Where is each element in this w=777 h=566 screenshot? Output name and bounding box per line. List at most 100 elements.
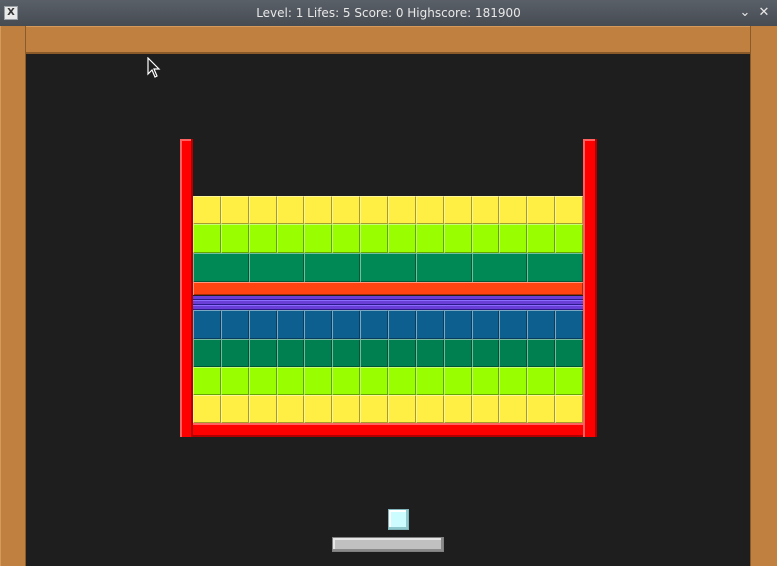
brick-lime-lower: [248, 367, 277, 395]
brick-lime-lower: [388, 367, 416, 395]
brick-teal: [388, 339, 416, 367]
brick-teal: [360, 339, 388, 367]
brick-yellow: [555, 196, 583, 224]
brick-blue: [220, 310, 249, 339]
brick-lime-lower: [193, 367, 221, 395]
brick-green: [415, 253, 472, 282]
ball: [388, 509, 409, 530]
brick-green: [471, 253, 528, 282]
brick-teal: [193, 339, 221, 367]
brick-teal: [248, 339, 277, 367]
brick-yellow-lower: [415, 395, 444, 423]
brick-lime: [471, 224, 500, 253]
top-wall: [26, 26, 750, 54]
brick-lime: [304, 224, 333, 253]
cup-left-wall: [180, 139, 193, 437]
brick-yellow: [471, 196, 500, 224]
brick-yellow: [193, 196, 221, 224]
brick-lime-lower: [443, 367, 472, 395]
brick-yellow: [388, 196, 416, 224]
brick-blue: [527, 310, 556, 339]
brick-blue: [332, 310, 361, 339]
brick-lime: [332, 224, 361, 253]
brick-yellow: [248, 196, 277, 224]
brick-green: [248, 253, 305, 282]
brick-green: [360, 253, 416, 282]
title-bar: X Level: 1 Lifes: 5 Score: 0 Highscore: …: [0, 0, 777, 26]
left-wall: [0, 26, 26, 566]
brick-lime-lower: [499, 367, 528, 395]
brick-lime: [360, 224, 388, 253]
brick-lime-lower: [220, 367, 249, 395]
brick-lime-lower: [415, 367, 444, 395]
brick-teal: [471, 339, 500, 367]
brick-lime: [415, 224, 444, 253]
brick-yellow: [415, 196, 444, 224]
cup-bottom-wall: [193, 423, 583, 437]
cup-right-wall: [583, 139, 597, 437]
brick-yellow-lower: [304, 395, 333, 423]
brick-lime: [555, 224, 583, 253]
brick-blue: [388, 310, 416, 339]
brick-yellow-lower: [193, 395, 221, 423]
brick-blue: [443, 310, 472, 339]
brick-lime-lower: [332, 367, 361, 395]
brick-lime: [220, 224, 249, 253]
brick-yellow-lower: [276, 395, 305, 423]
brick-yellow: [443, 196, 472, 224]
brick-lime: [499, 224, 528, 253]
brick-blue: [555, 310, 583, 339]
brick-yellow: [220, 196, 249, 224]
brick-blue: [471, 310, 500, 339]
brick-lime: [527, 224, 556, 253]
brick-yellow: [499, 196, 528, 224]
brick-lime: [248, 224, 277, 253]
brick-lime: [193, 224, 221, 253]
brick-lime-lower: [527, 367, 556, 395]
brick-green: [304, 253, 361, 282]
brick-teal: [332, 339, 361, 367]
brick-teal: [443, 339, 472, 367]
brick-yellow: [360, 196, 388, 224]
mouse-cursor-icon: [147, 57, 161, 78]
brick-yellow-lower: [443, 395, 472, 423]
brick-yellow-lower: [499, 395, 528, 423]
brick-yellow: [276, 196, 305, 224]
window-title: Level: 1 Lifes: 5 Score: 0 Highscore: 18…: [256, 6, 521, 20]
brick-blue: [360, 310, 388, 339]
brick-yellow-lower: [248, 395, 277, 423]
close-button[interactable]: ✕: [755, 4, 773, 22]
brick-yellow-lower: [220, 395, 249, 423]
brick-lime: [388, 224, 416, 253]
minimize-button[interactable]: ⌄: [736, 4, 754, 22]
brick-blue: [193, 310, 221, 339]
brick-yellow: [304, 196, 333, 224]
brick-teal: [415, 339, 444, 367]
brick-lime-lower: [471, 367, 500, 395]
brick-yellow-lower: [360, 395, 388, 423]
brick-lime-lower: [276, 367, 305, 395]
brick-lime: [276, 224, 305, 253]
brick-yellow-lower: [471, 395, 500, 423]
brick-yellow: [527, 196, 556, 224]
brick-green: [193, 253, 249, 282]
brick-teal: [499, 339, 528, 367]
brick-blue: [248, 310, 277, 339]
brick-lime: [443, 224, 472, 253]
brick-purple: [193, 296, 583, 310]
brick-lime-lower: [360, 367, 388, 395]
brick-teal: [527, 339, 556, 367]
paddle[interactable]: [332, 537, 444, 552]
brick-teal: [555, 339, 583, 367]
brick-yellow-lower: [388, 395, 416, 423]
brick-orange: [193, 282, 583, 295]
brick-yellow: [332, 196, 361, 224]
brick-teal: [276, 339, 305, 367]
brick-teal: [220, 339, 249, 367]
brick-green: [527, 253, 583, 282]
brick-blue: [304, 310, 333, 339]
brick-blue: [276, 310, 305, 339]
right-wall: [750, 26, 777, 566]
brick-yellow-lower: [555, 395, 583, 423]
brick-blue: [415, 310, 444, 339]
